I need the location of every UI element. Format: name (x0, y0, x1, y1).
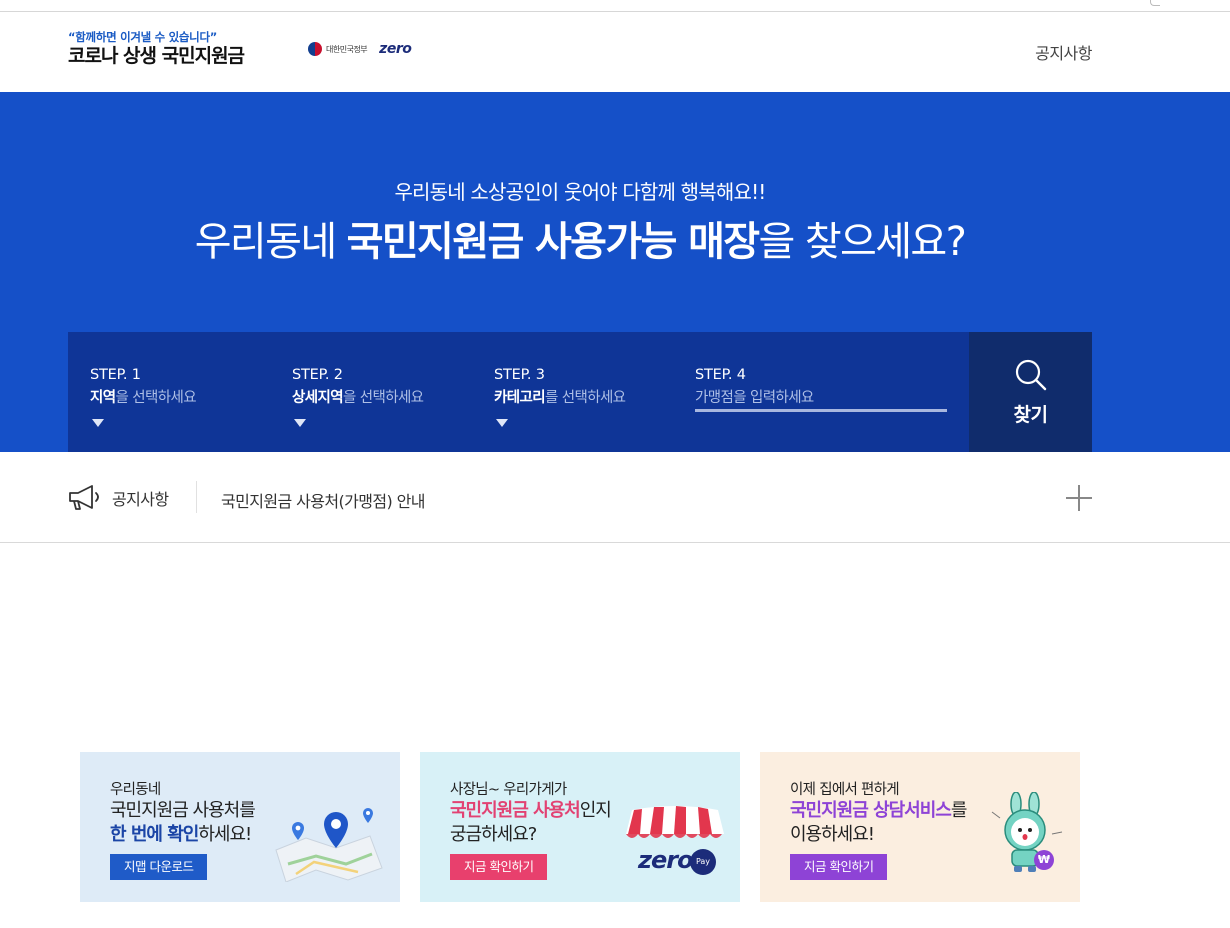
banner-line1: 사장님~ 우리가게가 (450, 782, 567, 798)
caret-down-icon[interactable] (496, 419, 508, 427)
step-description: 카테고리를 선택하세요 (494, 387, 694, 409)
notice-bar: 공지사항 국민지원금 사용처(가맹점) 안내 (0, 452, 1230, 543)
step-desc-bold: 카테고리 (494, 390, 546, 406)
search-button-label: 찾기 (1013, 403, 1048, 426)
map-download-button[interactable]: 지맵 다운로드 (110, 854, 208, 880)
step-desc-rest: 을 선택하세요 (342, 390, 424, 406)
hero-section: 우리동네 소상공인이 웃어야 다함께 행복해요!! 우리동네 국민지원금 사용가… (0, 92, 1230, 452)
pay-badge: Pay (690, 849, 716, 875)
partner-logos: 대한민국정부 zero (308, 41, 412, 57)
zeropay-check-button[interactable]: 지금 확인하기 (450, 854, 548, 880)
banner-line1: 이제 집에서 편하게 (790, 782, 900, 798)
banner-line2-bold: 국민지원금 상담서비스 (790, 800, 952, 821)
browser-scroll-mark (1150, 0, 1160, 6)
search-icon (1015, 359, 1046, 390)
banner-line3: 궁금하세요? (450, 824, 537, 845)
banner-map-download[interactable]: 우리동네 국민지원금 사용처를 한 번에 확인하세요! 지맵 다운로드 (80, 752, 400, 902)
store-awning-icon (626, 806, 724, 838)
gov-emblem-icon (308, 42, 322, 56)
hero-subtitle: 우리동네 소상공인이 웃어야 다함께 행복해요!! (394, 180, 766, 204)
mascot-icon (991, 792, 1063, 872)
banner-line2-bold: 국민지원금 사용처 (450, 800, 581, 821)
hero-title-pre: 우리동네 (194, 219, 347, 265)
header-notice-link[interactable]: 공지사항 (1035, 40, 1092, 64)
banner-line1: 우리동네 (110, 782, 161, 798)
step-desc-rest: 을 선택하세요 (115, 390, 196, 406)
logo-slogan: “함께하면 이겨낼 수 있습니다” (68, 30, 217, 44)
step-number: STEP. 4 (695, 367, 746, 383)
banner-line2: 국민지원금 사용처인지 (450, 798, 612, 823)
gov-name: 대한민국정부 (326, 44, 368, 54)
step-number: STEP. 3 (494, 367, 545, 383)
logo-brand: 코로나 상생 국민지원금 (68, 45, 245, 67)
zeropay-logo: zero (379, 41, 412, 57)
search-bar: STEP. 1 지역을 선택하세요 STEP. 2 상세지역을 선택하세요 ST… (68, 332, 1092, 452)
step-number: STEP. 2 (292, 367, 343, 383)
notice-label: 공지사항 (112, 490, 169, 509)
megaphone-icon (69, 485, 99, 510)
banner-consult-service[interactable]: 이제 집에서 편하게 국민지원금 상담서비스를 이용하세요! 지금 확인하기 ₩ (760, 752, 1080, 902)
won-coin-icon: ₩ (1037, 853, 1051, 866)
banner-line2: 국민지원금 사용처를 (110, 800, 256, 821)
caret-down-icon[interactable] (294, 419, 306, 427)
step-number: STEP. 1 (90, 367, 141, 383)
banner-line3: 한 번에 확인하세요! (110, 822, 252, 847)
zeropay-banner-logo: zero (638, 846, 694, 874)
page: “함께하면 이겨낼 수 있습니다” 코로나 상생 국민지원금 대한민국정부 ze… (0, 0, 1230, 928)
notice-divider (196, 481, 197, 513)
map-pin-icon (275, 808, 383, 882)
step-category[interactable]: STEP. 3 카테고리를 선택하세요 (494, 366, 694, 427)
step-description: 상세지역을 선택하세요 (292, 387, 492, 409)
banner-line2-rest: 인지 (579, 800, 612, 821)
banner-line3-bold: 한 번에 확인 (110, 824, 199, 845)
consult-check-button[interactable]: 지금 확인하기 (790, 854, 888, 880)
hero-title-post: 을 찾으세요? (758, 219, 967, 265)
browser-top-strip (0, 0, 1230, 12)
site-logo[interactable]: “함께하면 이겨낼 수 있습니다” 코로나 상생 국민지원금 (68, 30, 245, 68)
plus-icon[interactable] (1066, 485, 1092, 511)
banner-line3: 이용하세요! (790, 824, 875, 845)
banner-zeropay-check[interactable]: 사장님~ 우리가게가 국민지원금 사용처인지 궁금하세요? 지금 확인하기 ze… (420, 752, 740, 902)
step-region[interactable]: STEP. 1 지역을 선택하세요 (90, 366, 290, 427)
caret-down-icon[interactable] (92, 419, 104, 427)
step-detail-region[interactable]: STEP. 2 상세지역을 선택하세요 (292, 366, 492, 427)
banner-line2: 국민지원금 상담서비스를 (790, 798, 968, 823)
step-desc-bold: 지역 (90, 390, 116, 406)
hero-title-bold: 국민지원금 사용가능 매장 (346, 219, 760, 265)
hero-title: 우리동네 국민지원금 사용가능 매장을 찾으세요? (0, 214, 1160, 270)
step-store-name: STEP. 4 (695, 366, 955, 412)
step-description: 지역을 선택하세요 (90, 387, 290, 409)
search-button[interactable]: 찾기 (969, 332, 1092, 452)
step-desc-bold: 상세지역 (292, 390, 344, 406)
banner-line3-rest: 하세요! (198, 824, 252, 845)
site-header: “함께하면 이겨낼 수 있습니다” 코로나 상생 국민지원금 대한민국정부 ze… (0, 12, 1230, 92)
store-name-input[interactable] (695, 386, 947, 412)
notice-item-link[interactable]: 국민지원금 사용처(가맹점) 안내 (221, 488, 425, 512)
banner-line2-rest: 를 (950, 800, 968, 821)
step-desc-rest: 를 선택하세요 (544, 390, 626, 406)
